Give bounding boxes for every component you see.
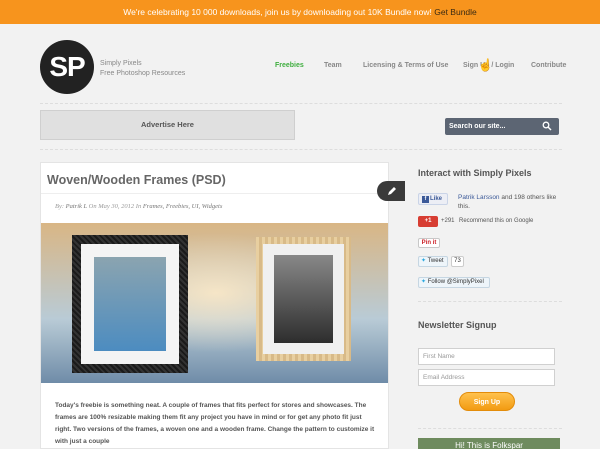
wooden-frame-photo (274, 255, 333, 343)
wooden-frame-image (256, 237, 351, 361)
pencil-icon (388, 187, 396, 195)
advertise-banner[interactable]: Advertise Here (40, 110, 295, 140)
nav-contribute[interactable]: Contribute (531, 62, 566, 69)
nav-licensing[interactable]: Licensing & Terms of Use (363, 62, 448, 69)
sidebar-divider (418, 301, 562, 302)
sign-up-button[interactable]: Sign Up (459, 392, 515, 411)
tweet-count: 73 (451, 256, 464, 267)
nav-freebies[interactable]: Freebies (275, 62, 304, 69)
google-plus-count: +291 (441, 218, 455, 224)
category-prefix: In (135, 203, 142, 210)
brand-name: Simply Pixels (100, 60, 142, 67)
nav-team[interactable]: Team (324, 62, 342, 69)
search-bar (445, 118, 559, 135)
facebook-like-button[interactable]: f Like (418, 193, 448, 205)
newsletter-heading: Newsletter Signup (418, 320, 497, 330)
byline-prefix: By: (55, 203, 65, 210)
promo-banner[interactable]: Hi! This is Folkspar (418, 438, 560, 449)
post-title[interactable]: Woven/Wooden Frames (PSD) (47, 173, 226, 187)
content-divider (40, 149, 562, 150)
sidebar-divider-bottom (418, 428, 562, 429)
facebook-friend-name[interactable]: Patrik Larsson (458, 194, 500, 201)
author-link[interactable]: Patrik L (66, 203, 87, 210)
google-plus-text: Recommend this on Google (459, 218, 534, 224)
first-name-field[interactable] (418, 348, 555, 365)
edit-button[interactable] (377, 181, 405, 201)
facebook-like-label: Like (430, 196, 443, 202)
google-plus-button[interactable]: +1 (418, 216, 438, 227)
woven-frame-image (72, 235, 188, 373)
post-date: On May 30, 2012 (88, 203, 135, 210)
get-bundle-link[interactable]: Get Bundle (434, 7, 477, 17)
pointer-cursor-icon: ☝ (478, 58, 493, 72)
pinterest-button[interactable]: Pin it (418, 238, 440, 248)
facebook-icon: f (422, 196, 429, 203)
post-excerpt: Today's freebie is something neat. A cou… (55, 402, 375, 445)
announcement-text: We're celebrating 10 000 downloads, join… (123, 7, 432, 17)
woven-frame-photo (94, 257, 166, 351)
post-article: Woven/Wooden Frames (PSD) By: Patrik L O… (40, 162, 405, 449)
header-divider (40, 103, 562, 104)
post-hero-image[interactable] (41, 223, 388, 383)
brand-tagline: Free Photoshop Resources (100, 70, 186, 77)
twitter-follow-button[interactable]: ✦ Follow @SimplyPixel (418, 277, 490, 288)
twitter-bird-icon: ✦ (421, 258, 427, 264)
twitter-bird-icon: ✦ (421, 279, 427, 285)
tweet-button[interactable]: ✦ Tweet (418, 256, 448, 267)
follow-label: Follow @SimplyPixel (427, 279, 484, 285)
category-links[interactable]: Frames, Freebies, UI, Widgets (143, 203, 223, 210)
facebook-social-text: Patrik Larsson and 198 others like this. (458, 193, 562, 211)
tweet-label: Tweet (427, 258, 444, 264)
search-input[interactable] (449, 120, 539, 133)
email-field[interactable] (418, 369, 555, 386)
search-icon[interactable] (542, 121, 552, 131)
site-logo[interactable]: SP (40, 40, 94, 94)
announcement-bar: We're celebrating 10 000 downloads, join… (0, 0, 600, 24)
interact-heading: Interact with Simply Pixels (418, 168, 532, 178)
post-title-divider (41, 193, 388, 194)
post-byline: By: Patrik L On May 30, 2012 In Frames, … (55, 203, 222, 210)
